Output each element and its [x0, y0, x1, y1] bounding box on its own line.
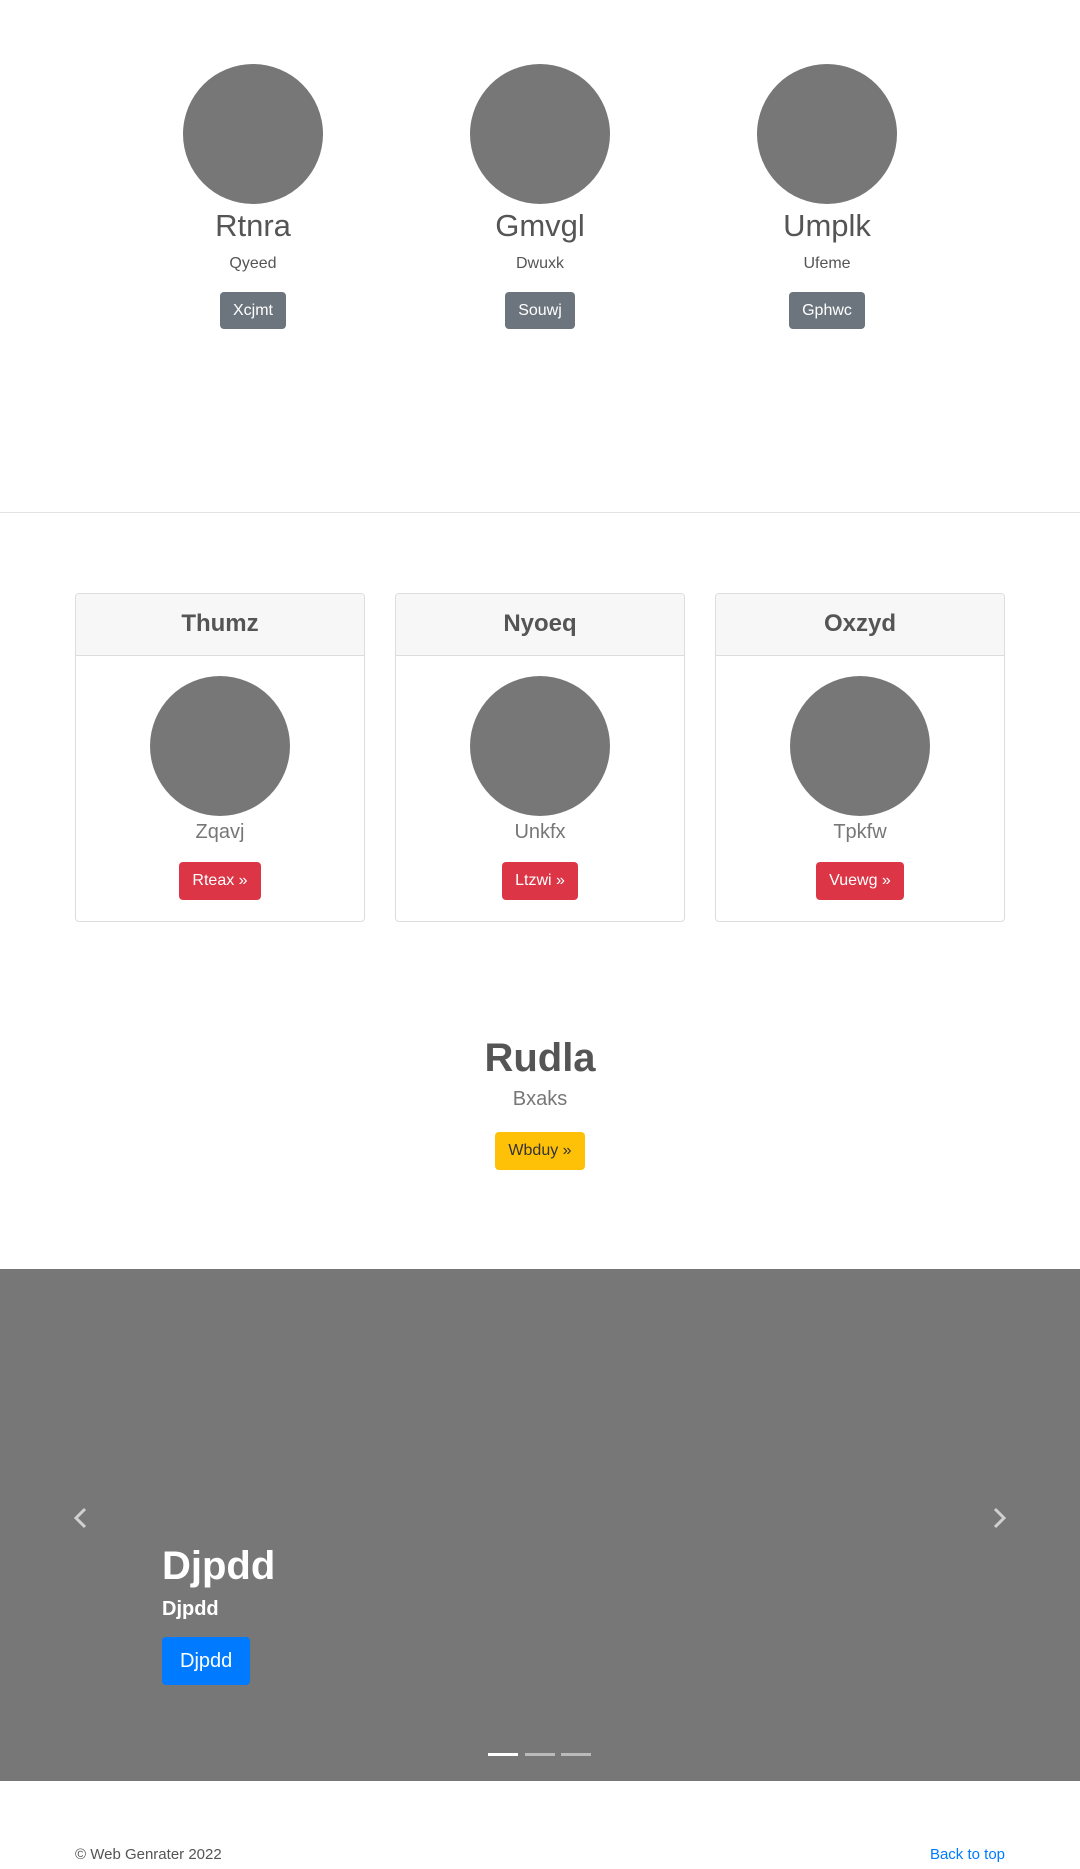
profile-subtitle: Ufeme: [803, 255, 851, 272]
card-button[interactable]: Rteax »: [179, 862, 261, 900]
carousel: Djpdd Djpdd Djpdd: [0, 1269, 1080, 1781]
profile-button[interactable]: Souwj: [505, 292, 575, 329]
card-header: Nyoeq: [396, 594, 684, 656]
card-image: [470, 676, 610, 816]
profile-item: Gmvgl Dwuxk Souwj: [430, 64, 650, 329]
feature-section: Rudla Bxaks Wbduy »: [0, 1030, 1080, 1170]
profile-button[interactable]: Gphwc: [789, 292, 865, 329]
card-body: Tpkfw Vuewg »: [716, 676, 1004, 900]
carousel-subtitle: Djpdd: [162, 1598, 219, 1620]
carousel-indicator[interactable]: [488, 1753, 518, 1756]
card: Nyoeq Unkfx Ltzwi »: [395, 593, 685, 922]
profile-button[interactable]: Xcjmt: [220, 292, 286, 329]
profile-subtitle: Qyeed: [229, 255, 277, 272]
card-subtitle: Tpkfw: [833, 821, 887, 843]
feature-button[interactable]: Wbduy »: [495, 1132, 585, 1170]
back-to-top-link[interactable]: Back to top: [930, 1846, 1005, 1863]
profile-item: Rtnra Qyeed Xcjmt: [143, 64, 363, 329]
carousel-caption: Djpdd Djpdd Djpdd: [162, 1541, 275, 1685]
profile-image: [183, 64, 323, 204]
section-divider: [0, 512, 1080, 513]
profile-name: Gmvgl: [495, 208, 585, 243]
profile-image: [757, 64, 897, 204]
carousel-title: Djpdd: [162, 1544, 276, 1588]
carousel-indicator[interactable]: [525, 1753, 555, 1756]
card: Oxzyd Tpkfw Vuewg »: [715, 593, 1005, 922]
card: Thumz Zqavj Rteax »: [75, 593, 365, 922]
carousel-indicator[interactable]: [561, 1753, 591, 1756]
card-body: Unkfx Ltzwi »: [396, 676, 684, 900]
card-image: [150, 676, 290, 816]
card-header: Thumz: [76, 594, 364, 656]
profile-name: Rtnra: [215, 208, 291, 243]
feature-subtitle: Bxaks: [512, 1088, 568, 1110]
card-subtitle: Unkfx: [514, 821, 566, 843]
profile-subtitle: Dwuxk: [515, 255, 564, 272]
footer-copyright: © Web Genrater 2022: [75, 1846, 222, 1863]
chevron-right-icon[interactable]: [984, 1503, 1014, 1533]
chevron-left-icon[interactable]: [66, 1503, 96, 1533]
profile-item: Umplk Ufeme Gphwc: [717, 64, 937, 329]
feature-title: Rudla: [484, 1036, 596, 1080]
card-image: [790, 676, 930, 816]
card-body: Zqavj Rteax »: [76, 676, 364, 900]
card-header: Oxzyd: [716, 594, 1004, 656]
profile-image: [470, 64, 610, 204]
profile-name: Umplk: [783, 208, 871, 243]
card-button[interactable]: Ltzwi »: [502, 862, 578, 900]
card-subtitle: Zqavj: [195, 821, 245, 843]
carousel-button[interactable]: Djpdd: [162, 1637, 251, 1685]
profiles-section: Rtnra Qyeed Xcjmt Gmvgl Dwuxk Souwj Umpl…: [0, 0, 1080, 512]
card-button[interactable]: Vuewg »: [816, 862, 904, 900]
